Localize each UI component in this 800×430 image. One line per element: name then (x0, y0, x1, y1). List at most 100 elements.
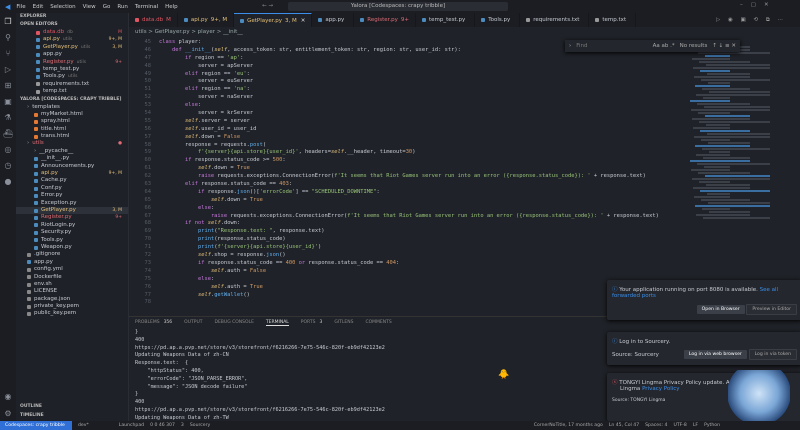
folder-item[interactable]: › templates (16, 104, 128, 111)
file-item[interactable]: private_key.pem (16, 303, 128, 310)
folder-item[interactable]: › __pycache__ (16, 148, 128, 155)
remote-explorer-icon[interactable]: ▣ (0, 93, 16, 109)
menu-terminal[interactable]: Terminal (135, 4, 158, 10)
file-item[interactable]: env.sh (16, 281, 128, 288)
language-mode[interactable]: Python (704, 423, 720, 428)
tab-temp_test-py[interactable]: temp_test.py (416, 13, 476, 27)
open-editor-item[interactable]: Register.py utils 9+ (16, 59, 128, 66)
timeline-section[interactable]: TIMELINE (16, 412, 44, 420)
docker-icon[interactable]: ⛴ (0, 125, 16, 141)
extensions-icon[interactable]: ⊞ (0, 77, 16, 93)
open-in-browser-button[interactable]: Open in Browser (696, 305, 745, 314)
file-item[interactable]: Announcements.py (16, 163, 128, 170)
blame-status[interactable]: CornerNoTitle, 17 months ago (534, 423, 603, 428)
file-item[interactable]: Weapon.py (16, 244, 128, 251)
file-item[interactable]: Conf.py (16, 185, 128, 192)
run-debug-icon[interactable]: ▷ (0, 61, 16, 77)
workspace-header[interactable]: YALORA [CODESPACES: CRAPY TRIBBLE] (16, 96, 128, 104)
file-item[interactable]: RiotLogin.py (16, 222, 128, 229)
tab-tools-py[interactable]: Tools.py (475, 13, 521, 27)
file-item[interactable]: app.py (16, 259, 128, 266)
panel-tab-debug-console[interactable]: DEBUG CONSOLE (215, 320, 254, 326)
menu-run[interactable]: Run (117, 4, 128, 10)
menu-view[interactable]: View (83, 4, 96, 10)
open-editor-item[interactable]: api.py utils 9+, M (16, 36, 128, 43)
indentation[interactable]: Spaces: 4 (645, 423, 667, 428)
sourcery-status[interactable]: Sourcery (190, 423, 210, 428)
open-editor-item[interactable]: Tools.py utils (16, 73, 128, 80)
open-editor-item[interactable]: app.py (16, 51, 128, 58)
tab-getplayer-py[interactable]: GetPlayer.py 3, M ✕ (234, 13, 313, 28)
file-item[interactable]: api.py 9+, M (16, 170, 128, 177)
login-token-button[interactable]: Log in via token (748, 349, 797, 360)
search-icon[interactable]: ⚲ (0, 29, 16, 45)
file-item[interactable]: trans.html (16, 133, 128, 140)
panel-tab-terminal[interactable]: TERMINAL (265, 320, 289, 326)
tab-api-py[interactable]: api.py 9+, M (178, 13, 235, 27)
tab-register-py[interactable]: Register.py 9+ (354, 13, 417, 27)
file-item[interactable]: Register.py 9+ (16, 214, 128, 221)
outline-section[interactable]: OUTLINE (16, 403, 42, 411)
encoding[interactable]: UTF-8 (673, 423, 686, 428)
find-options[interactable]: Aa ab .* (653, 43, 675, 49)
launchpad-status[interactable]: Launchpad (119, 423, 144, 428)
branch-status[interactable]: dev* (78, 423, 89, 428)
open-editor-item[interactable]: requirements.txt (16, 81, 128, 88)
close-icon[interactable]: ✕ (301, 14, 306, 28)
panel-tab-problems[interactable]: PROBLEMS 356 (135, 320, 172, 326)
nav-back-forward-icon[interactable]: ← → (262, 3, 273, 9)
toggle-replace-icon[interactable]: › (569, 43, 571, 49)
file-item[interactable]: package.json (16, 296, 128, 303)
menu-file[interactable]: File (16, 4, 25, 10)
tab-temp-txt[interactable]: temp.txt (589, 13, 637, 27)
menu-selection[interactable]: Selection (50, 4, 75, 10)
source-control-icon[interactable]: ⑂ (0, 45, 16, 61)
open-editor-item[interactable]: temp_test.py (16, 66, 128, 73)
file-item[interactable]: Security.py (16, 229, 128, 236)
open-editors-header[interactable]: OPEN EDITORS (16, 21, 128, 29)
privacy-policy-link[interactable]: Privacy Policy (642, 386, 679, 392)
tab-app-py[interactable]: app.py (312, 13, 355, 27)
file-item[interactable]: Cache.py (16, 177, 128, 184)
file-item[interactable]: public_key.pem (16, 310, 128, 317)
file-item[interactable]: spray.html (16, 118, 128, 125)
file-item[interactable]: Exception.py (16, 200, 128, 207)
testing-icon[interactable]: ⚗ (0, 109, 16, 125)
panel-tab-gitlens[interactable]: GITLENS (334, 320, 353, 326)
find-nav-icons[interactable]: ↑ ↓ ≡ ✕ (712, 43, 736, 49)
tab-requirements-txt[interactable]: requirements.txt (520, 13, 590, 27)
folder-item[interactable]: › utils ● (16, 140, 128, 147)
file-item[interactable]: .gitignore (16, 251, 128, 258)
explorer-icon[interactable]: ❐ (0, 13, 16, 29)
menu-help[interactable]: Help (165, 4, 178, 10)
gitlens-icon[interactable]: ◎ (0, 141, 16, 157)
editor-actions[interactable]: ▷ ◉ ▣ ⟲ ⧉ ⋯ (716, 17, 786, 24)
preview-in-editor-button[interactable]: Preview in Editor (746, 304, 797, 315)
tab-data-db[interactable]: data.db M (129, 13, 178, 27)
breadcrumb[interactable]: utils > GetPlayer.py > player > __init__ (135, 28, 243, 36)
open-editor-item[interactable]: data.db db M (16, 29, 128, 36)
open-editor-item[interactable]: GetPlayer.py utils 3, M (16, 44, 128, 51)
menu-go[interactable]: Go (103, 4, 111, 10)
file-item[interactable]: GetPlayer.py 3, M (16, 206, 128, 215)
github-icon[interactable]: ● (0, 173, 16, 189)
file-item[interactable]: __init__.py (16, 155, 128, 162)
command-center[interactable]: Yalora [Codespaces: crapy tribble] (288, 2, 508, 11)
timeline-icon[interactable]: ◷ (0, 157, 16, 173)
problems-status[interactable]: 0 0 46 307 (150, 423, 175, 428)
login-web-button[interactable]: Log in via web browser (683, 350, 747, 359)
file-item[interactable]: LICENSE (16, 288, 128, 295)
code-editor[interactable]: 45 class player: 46 def __init__(self, acc… (129, 39, 689, 307)
file-item[interactable]: Tools.py (16, 237, 128, 244)
file-item[interactable]: Dockerfile (16, 274, 128, 281)
panel-tab-ports[interactable]: PORTS 3 (301, 320, 323, 326)
settings-gear-icon[interactable]: ⚙ (0, 405, 16, 421)
open-editor-item[interactable]: temp.txt (16, 88, 128, 95)
file-item[interactable]: config.yml (16, 266, 128, 273)
panel-tab-output[interactable]: OUTPUT (184, 320, 202, 326)
panel-tab-comments[interactable]: COMMENTS (365, 320, 391, 326)
account-icon[interactable]: ◉ (0, 388, 16, 404)
eol[interactable]: LF (693, 423, 698, 428)
ports-status[interactable]: 3 (181, 423, 184, 428)
minimap[interactable] (690, 39, 790, 307)
